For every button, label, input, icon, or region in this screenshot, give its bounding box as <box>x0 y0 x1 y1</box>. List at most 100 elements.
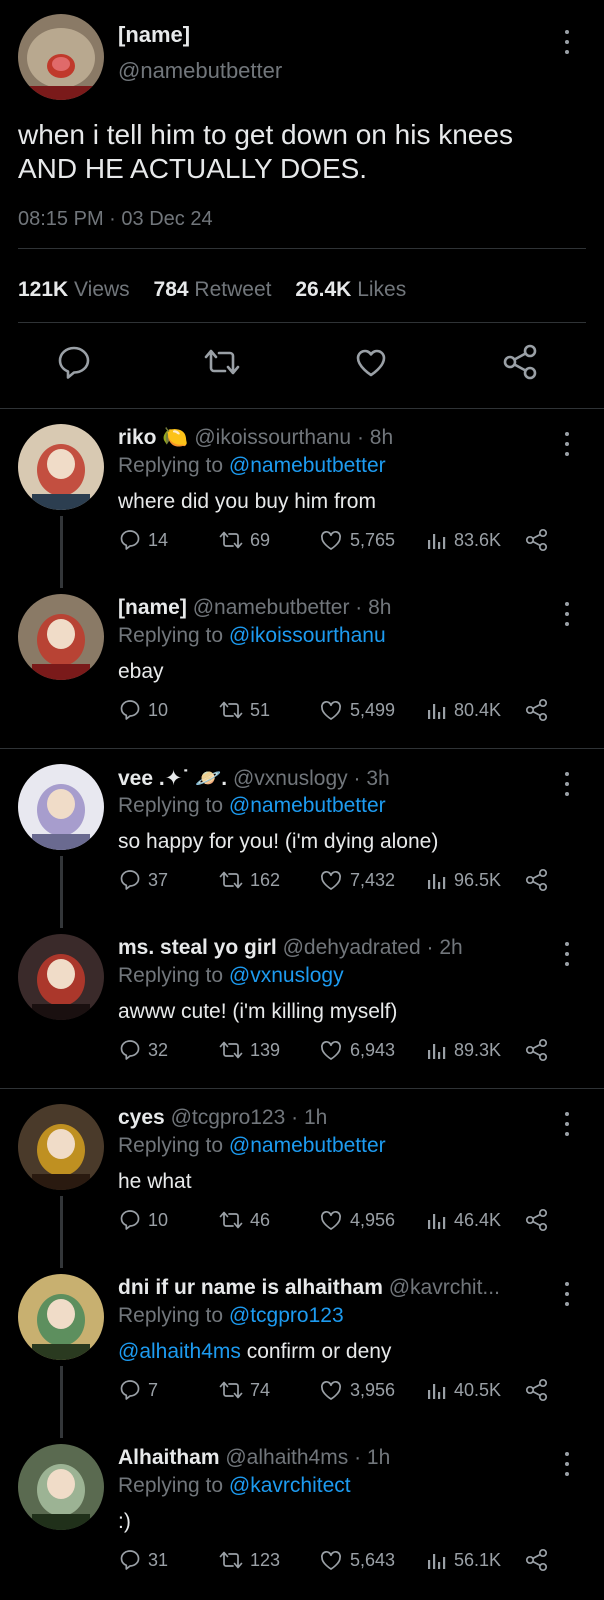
share-button[interactable] <box>524 1036 550 1064</box>
avatar[interactable] <box>18 424 104 510</box>
share-icon[interactable] <box>500 342 540 382</box>
replying-label: Replying to <box>118 794 224 817</box>
avatar[interactable] <box>18 1274 104 1360</box>
author-handle[interactable]: @namebutbetter <box>118 58 282 84</box>
share-button[interactable] <box>524 866 550 894</box>
replying-to-handle[interactable]: @namebutbetter <box>229 1134 386 1157</box>
reply-button[interactable]: 32 <box>118 1036 168 1064</box>
views-stat[interactable]: 121K Views <box>18 278 130 301</box>
reply-icon[interactable] <box>54 342 94 382</box>
like-button[interactable]: 7,432 <box>318 866 395 894</box>
author-handle[interactable]: @alhaith4ms <box>225 1446 348 1469</box>
like-button[interactable]: 4,956 <box>318 1206 395 1234</box>
reply-tweet[interactable]: [name] @namebutbetter · 8h Replying to @i… <box>0 580 604 750</box>
more-options-icon[interactable] <box>562 1452 572 1476</box>
retweet-button[interactable]: 51 <box>218 696 270 724</box>
views-button[interactable]: 89.3K <box>426 1036 501 1064</box>
mention-link[interactable]: @alhaith4ms <box>118 1340 241 1363</box>
avatar[interactable] <box>18 1104 104 1190</box>
replying-to-handle[interactable]: @ikoissourthanu <box>229 624 386 647</box>
replying-label: Replying to <box>118 1474 224 1497</box>
views-button[interactable]: 46.4K <box>426 1206 501 1234</box>
reply-tweet[interactable]: vee .✦˙ 🪐. @vxnuslogy · 3h Replying to @n… <box>0 750 604 928</box>
more-options-icon[interactable] <box>562 1282 572 1306</box>
reply-tweet[interactable]: cyes @tcgpro123 · 1h Replying to @namebut… <box>0 1090 604 1268</box>
reply-tweet[interactable]: riko 🍋 @ikoissourthanu · 8h Replying to @… <box>0 410 604 588</box>
author-name[interactable]: [name] <box>118 22 190 48</box>
reply-button[interactable]: 7 <box>118 1376 158 1404</box>
replying-to-handle[interactable]: @namebutbetter <box>229 454 386 477</box>
retweet-button[interactable]: 139 <box>218 1036 280 1064</box>
replying-to-handle[interactable]: @tcgpro123 <box>229 1304 344 1327</box>
reply-button[interactable]: 14 <box>118 526 168 554</box>
views-button[interactable]: 56.1K <box>426 1546 501 1574</box>
reply-button[interactable]: 10 <box>118 696 168 724</box>
views-button[interactable]: 83.6K <box>426 526 501 554</box>
reply-button[interactable]: 37 <box>118 866 168 894</box>
avatar[interactable] <box>18 934 104 1020</box>
more-options-icon[interactable] <box>562 942 572 966</box>
avatar[interactable] <box>18 594 104 680</box>
share-button[interactable] <box>524 696 550 724</box>
reply-time[interactable]: · 1h <box>291 1106 327 1129</box>
author-handle[interactable]: @ikoissourthanu <box>194 426 351 449</box>
views-button[interactable]: 80.4K <box>426 696 501 724</box>
share-button[interactable] <box>524 1206 550 1234</box>
reply-tweet[interactable]: Alhaitham @alhaith4ms · 1h Replying to @k… <box>0 1430 604 1600</box>
reply-tweet[interactable]: ms. steal yo girl @dehyadrated · 2h Reply… <box>0 920 604 1090</box>
author-handle[interactable]: @dehyadrated <box>283 936 421 959</box>
replying-to-handle[interactable]: @namebutbetter <box>229 794 386 817</box>
author-handle[interactable]: @tcgpro123 <box>171 1106 286 1129</box>
reply-time[interactable]: · 8h <box>355 596 391 619</box>
like-button[interactable]: 3,956 <box>318 1376 395 1404</box>
reply-button[interactable]: 31 <box>118 1546 168 1574</box>
like-button[interactable]: 5,765 <box>318 526 395 554</box>
views-button[interactable]: 96.5K <box>426 866 501 894</box>
author-handle[interactable]: @kavrchit... <box>389 1276 500 1299</box>
views-button[interactable]: 40.5K <box>426 1376 501 1404</box>
avatar[interactable] <box>18 1444 104 1530</box>
author-name[interactable]: [name] <box>118 596 187 619</box>
author-name[interactable]: riko <box>118 426 157 449</box>
author-handle[interactable]: @namebutbetter <box>193 596 350 619</box>
author-name[interactable]: dni if ur name is alhaitham <box>118 1276 383 1299</box>
like-button[interactable]: 5,499 <box>318 696 395 724</box>
retweet-button[interactable]: 46 <box>218 1206 270 1234</box>
replying-to-handle[interactable]: @kavrchitect <box>229 1474 351 1497</box>
author-name[interactable]: cyes <box>118 1106 165 1129</box>
reply-tweet[interactable]: dni if ur name is alhaitham @kavrchit...… <box>0 1260 604 1438</box>
tweet-timestamp[interactable]: 08:15 PM · 03 Dec 24 <box>18 208 213 231</box>
more-options-icon[interactable] <box>562 772 572 796</box>
retweets-stat[interactable]: 784 Retweet <box>154 278 272 301</box>
more-options-icon[interactable] <box>562 30 572 54</box>
avatar[interactable] <box>18 764 104 850</box>
like-icon[interactable] <box>351 342 391 382</box>
like-button[interactable]: 6,943 <box>318 1036 395 1064</box>
author-name[interactable]: vee .✦˙ 🪐. <box>118 767 227 790</box>
more-options-icon[interactable] <box>562 602 572 626</box>
reply-button[interactable]: 10 <box>118 1206 168 1234</box>
retweet-button[interactable]: 123 <box>218 1546 280 1574</box>
reply-time[interactable]: · 2h <box>427 936 463 959</box>
like-button[interactable]: 5,643 <box>318 1546 395 1574</box>
like-icon <box>318 1208 344 1232</box>
avatar[interactable] <box>18 14 104 100</box>
retweet-button[interactable]: 69 <box>218 526 270 554</box>
replying-to-handle[interactable]: @vxnuslogy <box>229 964 344 987</box>
more-options-icon[interactable] <box>562 1112 572 1136</box>
retweet-count: 51 <box>250 699 271 720</box>
share-button[interactable] <box>524 1546 550 1574</box>
more-options-icon[interactable] <box>562 432 572 456</box>
reply-time[interactable]: · 1h <box>354 1446 390 1469</box>
retweet-button[interactable]: 74 <box>218 1376 270 1404</box>
share-button[interactable] <box>524 1376 550 1404</box>
retweet-button[interactable]: 162 <box>218 866 280 894</box>
author-handle[interactable]: @vxnuslogy <box>233 767 348 790</box>
share-button[interactable] <box>524 526 550 554</box>
reply-time[interactable]: · 8h <box>357 426 393 449</box>
author-name[interactable]: Alhaitham <box>118 1446 220 1469</box>
retweet-icon[interactable] <box>202 342 242 382</box>
likes-stat[interactable]: 26.4K Likes <box>295 278 406 301</box>
reply-time[interactable]: · 3h <box>354 767 390 790</box>
author-name[interactable]: ms. steal yo girl <box>118 936 277 959</box>
